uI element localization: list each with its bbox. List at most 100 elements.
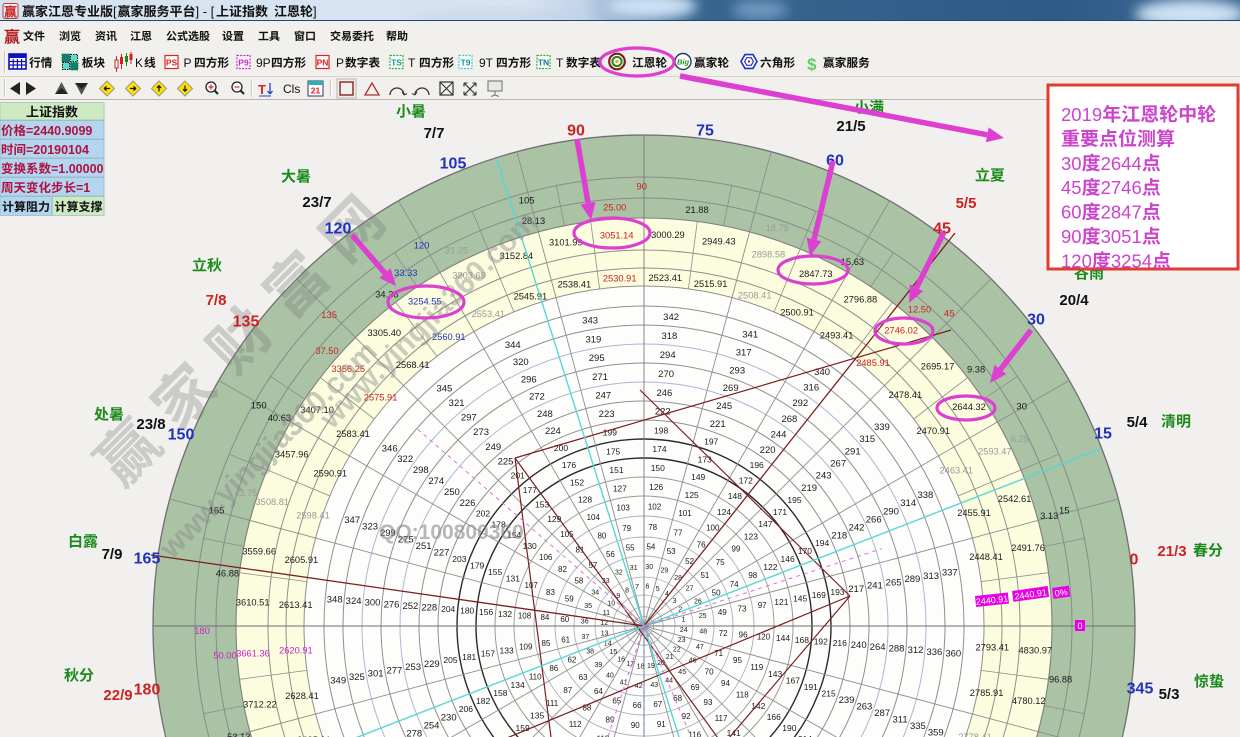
svg-text:76: 76 (697, 540, 706, 549)
svg-text:287: 287 (874, 708, 890, 719)
svg-text:3254: 3254 (1111, 250, 1152, 271)
svg-text:248: 248 (537, 409, 553, 420)
svg-text:7/8: 7/8 (206, 292, 227, 309)
svg-text:314: 314 (900, 498, 916, 509)
svg-text:48: 48 (699, 629, 707, 636)
svg-text:28: 28 (674, 575, 682, 582)
svg-text:343: 343 (582, 316, 598, 327)
svg-text:288: 288 (889, 644, 905, 655)
svg-text:69: 69 (691, 683, 700, 692)
svg-text:218: 218 (831, 530, 847, 541)
svg-text:21: 21 (666, 654, 674, 661)
svg-text:271: 271 (592, 372, 608, 383)
svg-text:45: 45 (944, 309, 955, 320)
svg-text:=1.00000: =1.00000 (51, 162, 104, 176)
svg-text:]: ] (313, 4, 317, 19)
svg-text:152: 152 (570, 477, 584, 487)
svg-text:171: 171 (773, 507, 787, 517)
svg-text:339: 339 (874, 422, 890, 433)
svg-text:30: 30 (1027, 312, 1045, 329)
svg-text:K: K (135, 56, 143, 70)
svg-text:16: 16 (617, 656, 625, 663)
svg-text:230: 230 (441, 713, 457, 724)
svg-text:135: 135 (321, 310, 337, 321)
svg-text:3712.22: 3712.22 (243, 700, 277, 710)
svg-text:172: 172 (739, 476, 753, 486)
svg-text:2746.02: 2746.02 (884, 326, 918, 336)
svg-text:96.88: 96.88 (1049, 674, 1072, 684)
svg-text:249: 249 (485, 442, 501, 453)
svg-text:146: 146 (781, 554, 795, 564)
svg-text:90: 90 (631, 721, 640, 730)
svg-text:348: 348 (327, 594, 343, 605)
svg-text:22: 22 (673, 647, 681, 654)
svg-text:347: 347 (344, 515, 360, 526)
svg-text:34: 34 (591, 589, 599, 596)
svg-text:68: 68 (673, 694, 682, 703)
svg-text:147: 147 (758, 519, 772, 529)
svg-text:3051.14: 3051.14 (600, 230, 634, 240)
svg-text:6.25: 6.25 (1011, 434, 1029, 444)
svg-text:2644: 2644 (1101, 153, 1142, 174)
svg-text:131: 131 (506, 573, 520, 583)
svg-text:4780.12: 4780.12 (1012, 696, 1046, 706)
svg-text:216: 216 (833, 638, 847, 648)
svg-text:5: 5 (656, 586, 660, 593)
svg-text:29: 29 (661, 568, 669, 575)
svg-text:205: 205 (443, 655, 457, 665)
svg-text:46.88: 46.88 (216, 568, 239, 578)
svg-text:T: T (258, 82, 266, 97)
svg-text:123: 123 (744, 531, 758, 541)
svg-text:85: 85 (542, 639, 551, 648)
svg-text:=2440.9099: =2440.9099 (26, 124, 92, 138)
svg-text:223: 223 (599, 409, 615, 420)
svg-text:297: 297 (461, 413, 477, 424)
svg-text:2847: 2847 (1101, 202, 1142, 223)
svg-text:120: 120 (325, 221, 352, 238)
svg-text:272: 272 (529, 392, 545, 403)
svg-text:93: 93 (704, 698, 713, 707)
svg-text:9P: 9P (256, 56, 271, 70)
svg-text:204: 204 (441, 604, 455, 614)
svg-text:70: 70 (705, 668, 714, 677)
svg-text:105: 105 (519, 195, 535, 206)
svg-text:336: 336 (926, 647, 942, 658)
svg-text:2545.91: 2545.91 (514, 291, 548, 301)
svg-text:145: 145 (793, 594, 807, 604)
svg-text:94: 94 (721, 679, 730, 688)
svg-text:33.33: 33.33 (394, 268, 417, 278)
svg-text:2515.91: 2515.91 (694, 279, 728, 289)
svg-text:121: 121 (774, 597, 788, 607)
svg-text:225: 225 (498, 456, 514, 467)
svg-text:61: 61 (561, 636, 570, 645)
svg-text:2598.41: 2598.41 (296, 511, 330, 521)
svg-text:10: 10 (607, 601, 615, 608)
svg-text:148: 148 (728, 491, 742, 501)
svg-text:78: 78 (648, 523, 657, 532)
svg-text:130: 130 (523, 541, 537, 551)
svg-text:9T: 9T (479, 56, 494, 70)
svg-text:2778.41: 2778.41 (958, 732, 992, 737)
svg-text:2796.88: 2796.88 (844, 295, 878, 305)
svg-text:124: 124 (717, 507, 731, 517)
svg-text:182: 182 (476, 696, 490, 706)
svg-text:3610.51: 3610.51 (236, 598, 270, 608)
svg-text:342: 342 (663, 312, 679, 323)
svg-text:157: 157 (481, 649, 495, 659)
svg-text:2523.41: 2523.41 (648, 273, 682, 283)
svg-text:316: 316 (803, 383, 819, 394)
svg-text:108: 108 (518, 611, 532, 620)
svg-text:344: 344 (505, 340, 521, 351)
svg-text:122: 122 (763, 562, 777, 572)
svg-text:224: 224 (545, 426, 561, 437)
svg-text:[: [ (113, 4, 117, 19)
svg-text:TN: TN (538, 58, 549, 68)
svg-text:118: 118 (736, 691, 749, 700)
svg-text:5/5: 5/5 (956, 195, 977, 212)
svg-text:267: 267 (830, 459, 846, 470)
svg-text:128: 128 (578, 495, 592, 505)
svg-text:101: 101 (678, 509, 692, 518)
svg-text:20/4: 20/4 (1059, 292, 1089, 309)
svg-text:2538.41: 2538.41 (558, 279, 592, 289)
svg-text:270: 270 (658, 369, 674, 380)
